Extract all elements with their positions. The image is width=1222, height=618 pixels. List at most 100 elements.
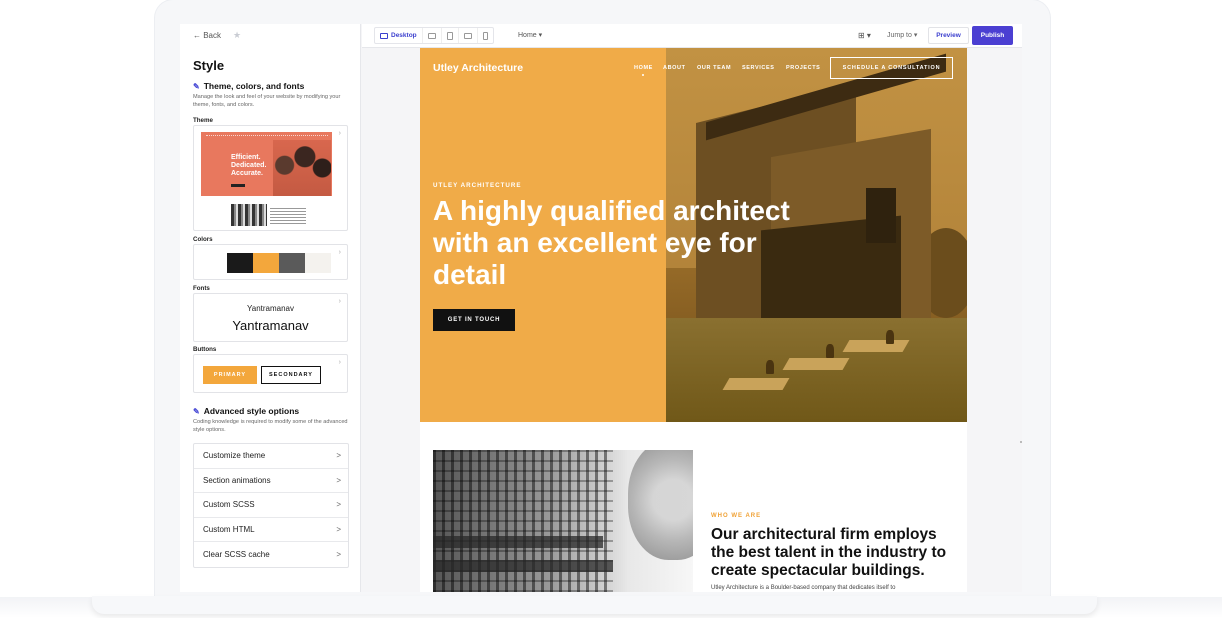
photo-balcony bbox=[433, 560, 613, 572]
fonts-card[interactable]: › Yantramanav Yantramanav bbox=[193, 293, 348, 342]
photo-path bbox=[722, 378, 790, 390]
desktop-icon bbox=[380, 32, 388, 39]
photo-balcony bbox=[433, 536, 603, 548]
layout-icon[interactable]: ⊞ ▾ bbox=[858, 31, 871, 40]
primary-button-preview: PRIMARY bbox=[203, 366, 257, 384]
publish-button[interactable]: Publish bbox=[972, 26, 1013, 45]
custom-html-item[interactable]: Custom HTML > bbox=[194, 518, 348, 543]
color-swatch-4 bbox=[305, 253, 331, 273]
secondary-button-preview: SECONDARY bbox=[261, 366, 321, 384]
hero-section: Utley Architecture HOME ABOUT OUR TEAM S… bbox=[420, 48, 967, 422]
photo-shrub bbox=[826, 344, 834, 358]
laptop-icon bbox=[427, 32, 436, 39]
pin-icon[interactable]: ★ bbox=[233, 30, 241, 41]
editor-toolbar: Desktop Home ▾ ⊞ ▾ Jump to ▾ Preview Pub… bbox=[362, 24, 1022, 48]
hero-eyebrow: UTLEY ARCHITECTURE bbox=[433, 182, 522, 189]
device-desktop-label: Desktop bbox=[391, 32, 417, 39]
nav-services[interactable]: SERVICES bbox=[742, 65, 775, 71]
photo-path bbox=[782, 358, 850, 370]
jump-to-dropdown[interactable]: Jump to ▾ bbox=[887, 31, 917, 39]
list-item-label: Custom SCSS bbox=[203, 500, 255, 510]
thumbnail-photo bbox=[273, 140, 331, 196]
photo-path bbox=[842, 340, 910, 352]
phone-icon bbox=[482, 31, 488, 40]
nav-home[interactable]: HOME bbox=[634, 65, 653, 71]
tablet-icon bbox=[446, 31, 453, 40]
about-heading: Our architectural firm employs the best … bbox=[711, 526, 947, 579]
device-desktop-button[interactable]: Desktop bbox=[375, 28, 423, 43]
customize-theme-item[interactable]: Customize theme > bbox=[194, 444, 348, 469]
who-we-are-label: WHO WE ARE bbox=[711, 513, 762, 519]
chevron-right-icon: > bbox=[336, 525, 341, 535]
theme-thumbnail: Efficient. Dedicated. Accurate. bbox=[201, 132, 332, 196]
fonts-label: Fonts bbox=[193, 285, 210, 292]
theme-section-title: Theme, colors, and fonts bbox=[203, 81, 305, 91]
nav-about[interactable]: ABOUT bbox=[663, 65, 686, 71]
scroll-mark bbox=[1020, 441, 1022, 443]
thumbnail-headline: Efficient. Dedicated. Accurate. bbox=[231, 154, 267, 177]
nav-our-team[interactable]: OUR TEAM bbox=[697, 65, 731, 71]
advanced-section-title: Advanced style options bbox=[203, 406, 300, 416]
section-animations-item[interactable]: Section animations > bbox=[194, 469, 348, 494]
device-phone-button[interactable] bbox=[478, 28, 493, 43]
theme-card[interactable]: › Efficient. Dedicated. Accurate. bbox=[193, 125, 348, 231]
photo-shrub bbox=[766, 360, 774, 374]
laptop-base bbox=[92, 596, 1097, 614]
photo-shrub bbox=[886, 330, 894, 344]
theme-label: Theme bbox=[193, 117, 213, 124]
panel-title: Style bbox=[193, 58, 225, 73]
advanced-section-description: Coding knowledge is required to modify s… bbox=[193, 419, 348, 433]
advanced-section-heading: ✎ Advanced style options bbox=[193, 406, 299, 416]
page-dropdown[interactable]: Home ▾ bbox=[518, 31, 542, 39]
device-tablet-landscape-button[interactable] bbox=[459, 28, 478, 43]
chevron-right-icon: > bbox=[336, 451, 341, 461]
colors-card[interactable]: › bbox=[193, 244, 348, 280]
advanced-options-list: Customize theme > Section animations > C… bbox=[193, 443, 349, 568]
thumbnail-sub-text bbox=[270, 208, 306, 224]
body-font-name: Yantramanav bbox=[232, 318, 309, 333]
device-tablet-button[interactable] bbox=[442, 28, 459, 43]
list-item-label: Clear SCSS cache bbox=[203, 550, 270, 560]
color-swatch-1 bbox=[227, 253, 253, 273]
wrench-icon: ✎ bbox=[193, 406, 200, 416]
thumbnail-sub-photo bbox=[231, 204, 267, 226]
photo-window bbox=[866, 188, 896, 243]
custom-scss-item[interactable]: Custom SCSS > bbox=[194, 493, 348, 518]
site-logo[interactable]: Utley Architecture bbox=[433, 62, 523, 74]
about-body: Utley Architecture is a Boulder-based co… bbox=[711, 585, 896, 591]
nav-projects[interactable]: PROJECTS bbox=[786, 65, 820, 71]
editor-screen: ← Back ★ Style ✎ Theme, colors, and font… bbox=[180, 24, 1022, 592]
theme-section-heading: ✎ Theme, colors, and fonts bbox=[193, 81, 304, 91]
photo-tree bbox=[628, 450, 693, 560]
back-button[interactable]: ← Back bbox=[193, 31, 221, 40]
photo-lawn bbox=[666, 318, 967, 422]
palette-icon: ✎ bbox=[193, 81, 200, 91]
nav-active-indicator bbox=[642, 74, 644, 76]
color-swatch-3 bbox=[279, 253, 305, 273]
back-label: ← Back bbox=[193, 31, 222, 40]
list-item-label: Customize theme bbox=[203, 451, 266, 461]
clear-scss-cache-item[interactable]: Clear SCSS cache > bbox=[194, 542, 348, 567]
office-building-photo bbox=[433, 450, 693, 592]
thumbnail-nav bbox=[206, 135, 328, 137]
schedule-consultation-button[interactable]: SCHEDULE A CONSULTATION bbox=[830, 57, 953, 79]
chevron-right-icon: > bbox=[336, 500, 341, 510]
chevron-right-icon: › bbox=[338, 249, 341, 256]
get-in-touch-button[interactable]: GET IN TOUCH bbox=[433, 309, 515, 331]
chevron-right-icon: › bbox=[338, 130, 341, 137]
buttons-card[interactable]: › PRIMARY SECONDARY bbox=[193, 354, 348, 393]
site-preview: Utley Architecture HOME ABOUT OUR TEAM S… bbox=[420, 48, 967, 592]
thumbnail-button bbox=[231, 184, 245, 187]
chevron-right-icon: > bbox=[336, 550, 341, 560]
style-panel: ← Back ★ Style ✎ Theme, colors, and font… bbox=[180, 24, 361, 592]
device-laptop-button[interactable] bbox=[423, 28, 442, 43]
chevron-right-icon: › bbox=[338, 359, 341, 366]
heading-font-name: Yantramanav bbox=[247, 304, 294, 313]
chevron-right-icon: > bbox=[336, 475, 341, 485]
device-switcher: Desktop bbox=[374, 27, 494, 44]
colors-label: Colors bbox=[193, 236, 213, 243]
theme-section-description: Manage the look and feel of your website… bbox=[193, 94, 341, 108]
list-item-label: Section animations bbox=[203, 475, 271, 485]
preview-button[interactable]: Preview bbox=[928, 27, 969, 44]
color-swatch-2 bbox=[253, 253, 279, 273]
